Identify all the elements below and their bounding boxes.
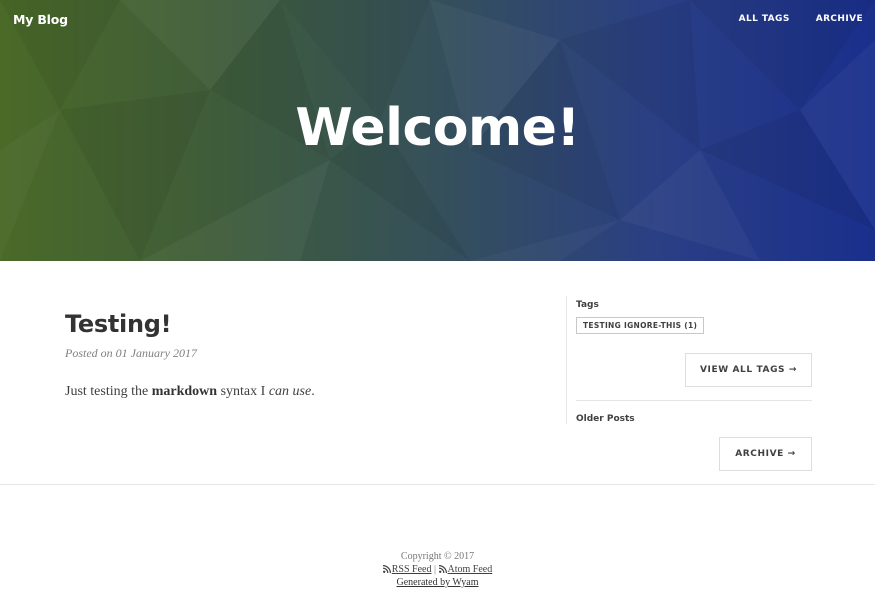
post-text-italic: can use	[268, 384, 312, 399]
copyright: Copyright © 2017	[400, 551, 475, 562]
post-date: Posted on 01 January 2017	[65, 346, 197, 360]
top-nav: ALL TAGS ARCHIVE	[739, 14, 863, 24]
post-text-middle: syntax I	[217, 384, 269, 399]
post-excerpt: Just testing the markdown syntax I can u…	[65, 384, 315, 400]
atom-feed-icon	[438, 565, 447, 573]
rss-feed-link[interactable]: RSS Feed	[392, 564, 432, 575]
site-footer: Copyright © 2017 RSS Feed | Atom Feed Ge…	[0, 550, 875, 589]
feed-separator: |	[434, 564, 437, 575]
atom-feed-link[interactable]: Atom Feed	[448, 564, 493, 575]
feed-links: RSS Feed | Atom Feed	[0, 563, 875, 576]
tags-heading: Tags	[576, 300, 599, 310]
generator-link[interactable]: Generated by Wyam	[397, 577, 479, 588]
sidebar-divider	[566, 296, 567, 424]
site-brand-link[interactable]: My Blog	[13, 12, 68, 27]
post-title-link[interactable]: Testing!	[65, 310, 172, 338]
nav-archive-link[interactable]: ARCHIVE	[816, 14, 863, 24]
post-text-prefix: Just testing the	[65, 384, 152, 399]
page-title: Welcome!	[295, 98, 580, 158]
rss-icon	[382, 565, 391, 573]
older-posts-heading: Older Posts	[576, 414, 635, 424]
site-header: My Blog ALL TAGS ARCHIVE Welcome!	[0, 0, 875, 261]
archive-button[interactable]: ARCHIVE →	[719, 437, 812, 471]
view-all-tags-button[interactable]: VIEW ALL TAGS →	[685, 353, 812, 387]
nav-all-tags-link[interactable]: ALL TAGS	[739, 14, 790, 24]
sidebar-rule	[576, 400, 812, 401]
tag-link-testing-ignore-this[interactable]: TESTING IGNORE-THIS (1)	[576, 317, 705, 334]
post-text-bold: markdown	[151, 384, 218, 399]
footer-divider	[0, 484, 875, 485]
post-text-suffix: .	[311, 384, 315, 399]
